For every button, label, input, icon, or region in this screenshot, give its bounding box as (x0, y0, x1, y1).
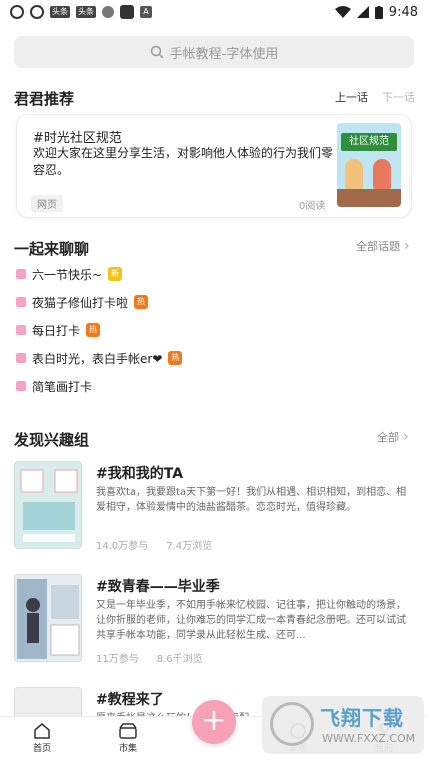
thumbnail-desk (337, 189, 401, 207)
topic-label: 夜猫子修仙打卡啦 (32, 295, 129, 310)
topic-item[interactable]: 六一节快乐~ 新 (16, 265, 123, 283)
add-button[interactable]: + (192, 700, 236, 744)
groups-title: 发现兴趣组 (14, 431, 90, 449)
group-stats: 11万参与 8.6千浏览 (96, 650, 203, 665)
topic-icon (16, 381, 26, 391)
thumbnail-art (20, 469, 78, 542)
thumbnail-child-figure (373, 159, 391, 189)
chevron-right-icon: › (403, 429, 409, 445)
hot-badge: 热 (86, 323, 101, 337)
group-thumbnail (14, 461, 82, 549)
group-title: #致青春——毕业季 (96, 579, 220, 595)
all-topics-label: 全部话题 (356, 240, 400, 253)
topic-icon (16, 297, 26, 307)
watermark: 飞翔下载 WWW.FXXZ.COM (262, 696, 424, 754)
watermark-url: WWW.FXXZ.COM (322, 732, 416, 745)
watermark-text: 飞翔下载 (320, 706, 404, 730)
prev-button[interactable]: 上一话 (335, 89, 368, 105)
group-title: #教程来了 (96, 692, 164, 708)
hot-badge: 热 (134, 295, 149, 309)
home-icon (34, 723, 50, 739)
battery-icon (374, 5, 383, 19)
recommend-thumbnail: 社区规范 (337, 123, 401, 207)
thumbnail-art (17, 579, 80, 659)
chevron-right-icon: › (404, 238, 410, 254)
all-groups-link[interactable]: 全部 › (377, 429, 409, 445)
signal-icon (356, 6, 369, 18)
watermark-logo-icon (270, 702, 314, 746)
app-circle-icon (10, 5, 24, 19)
a-icon: A (140, 6, 152, 18)
topic-item[interactable]: 每日打卡 热 (16, 321, 101, 339)
topic-icon (16, 269, 26, 279)
group-thumbnail (14, 574, 82, 662)
all-topics-link[interactable]: 全部话题 › (356, 238, 410, 254)
nav-home-label: 首页 (32, 744, 51, 754)
nav-market-label: 市集 (118, 744, 137, 754)
wifi-icon (334, 6, 351, 18)
new-badge: 新 (108, 267, 123, 281)
next-button[interactable]: 下一话 (382, 89, 415, 105)
search-placeholder: 手帐教程-字体使用 (169, 46, 279, 62)
topic-label: 每日打卡 (32, 323, 81, 338)
topic-icon (16, 353, 26, 363)
group-description: 又是一年毕业季，不如用手帐来忆校园、记往事，把让你触动的场景，让你折服的老师，让… (96, 600, 406, 641)
nav-market[interactable]: 市集 (98, 723, 158, 754)
recommend-card[interactable]: #时光社区规范 欢迎大家在这里分享生活，对影响他人体验的行为我们零容忍。 网页 … (16, 114, 412, 218)
recommend-card-reads: 0阅读 (299, 201, 326, 212)
all-groups-label: 全部 (377, 431, 399, 444)
toutiao-icon: 头条 (50, 6, 70, 18)
topic-label: 简笔画打卡 (32, 379, 93, 394)
recommend-card-topic: #时光社区规范 (33, 131, 122, 146)
search-input[interactable]: 手帐教程-字体使用 (14, 36, 414, 68)
group-description: 我喜欢ta，我要跟ta天下第一好！我们从相遇、相识相知，到相恋、相爱相守，体验爱… (96, 487, 407, 513)
group-participants: 11万参与 (96, 654, 139, 665)
nav-home[interactable]: 首页 (12, 723, 72, 754)
topic-label: 六一节快乐~ (32, 267, 103, 282)
recommend-title: 君君推荐 (14, 90, 75, 108)
shield-icon (102, 6, 114, 18)
group-participants: 14.0万参与 (96, 541, 149, 552)
recommend-card-tag: 网页 (31, 195, 63, 212)
hot-badge: 热 (168, 351, 183, 365)
group-views: 7.4万浏览 (166, 541, 213, 552)
thumbnail-child-figure (345, 159, 363, 189)
topic-item[interactable]: 简笔画打卡 (16, 377, 92, 395)
group-stats: 14.0万参与 7.4万浏览 (96, 537, 212, 552)
status-icons-left: 头条 头条 A (10, 5, 152, 19)
group-views: 8.6千浏览 (156, 654, 203, 665)
status-time: 9:48 (388, 4, 418, 20)
search-icon (150, 45, 164, 59)
toutiao-icon: 头条 (76, 6, 96, 18)
topic-label: 表白时光，表白手帐er❤ (32, 351, 163, 366)
recommend-card-body: 欢迎大家在这里分享生活，对影响他人体验的行为我们零容忍。 (33, 146, 334, 177)
group-item[interactable]: #我和我的TA 我喜欢ta，我要跟ta天下第一好！我们从相遇、相识相知，到相恋、… (14, 461, 414, 557)
thumbnail-banner: 社区规范 (341, 133, 397, 151)
app-square-icon (120, 5, 134, 19)
market-icon (119, 723, 137, 739)
status-icons-right: 9:48 (334, 4, 418, 20)
app-circle-icon (30, 5, 44, 19)
group-title: #我和我的TA (96, 466, 184, 482)
topic-item[interactable]: 夜猫子修仙打卡啦 热 (16, 293, 149, 311)
group-item[interactable]: #致青春——毕业季 又是一年毕业季，不如用手帐来忆校园、记往事，把让你触动的场景… (14, 574, 414, 670)
chat-title: 一起来聊聊 (14, 240, 90, 258)
status-bar: 头条 头条 A 9:48 (0, 0, 428, 24)
topic-item[interactable]: 表白时光，表白手帐er❤ 热 (16, 349, 183, 367)
topic-icon (16, 325, 26, 335)
